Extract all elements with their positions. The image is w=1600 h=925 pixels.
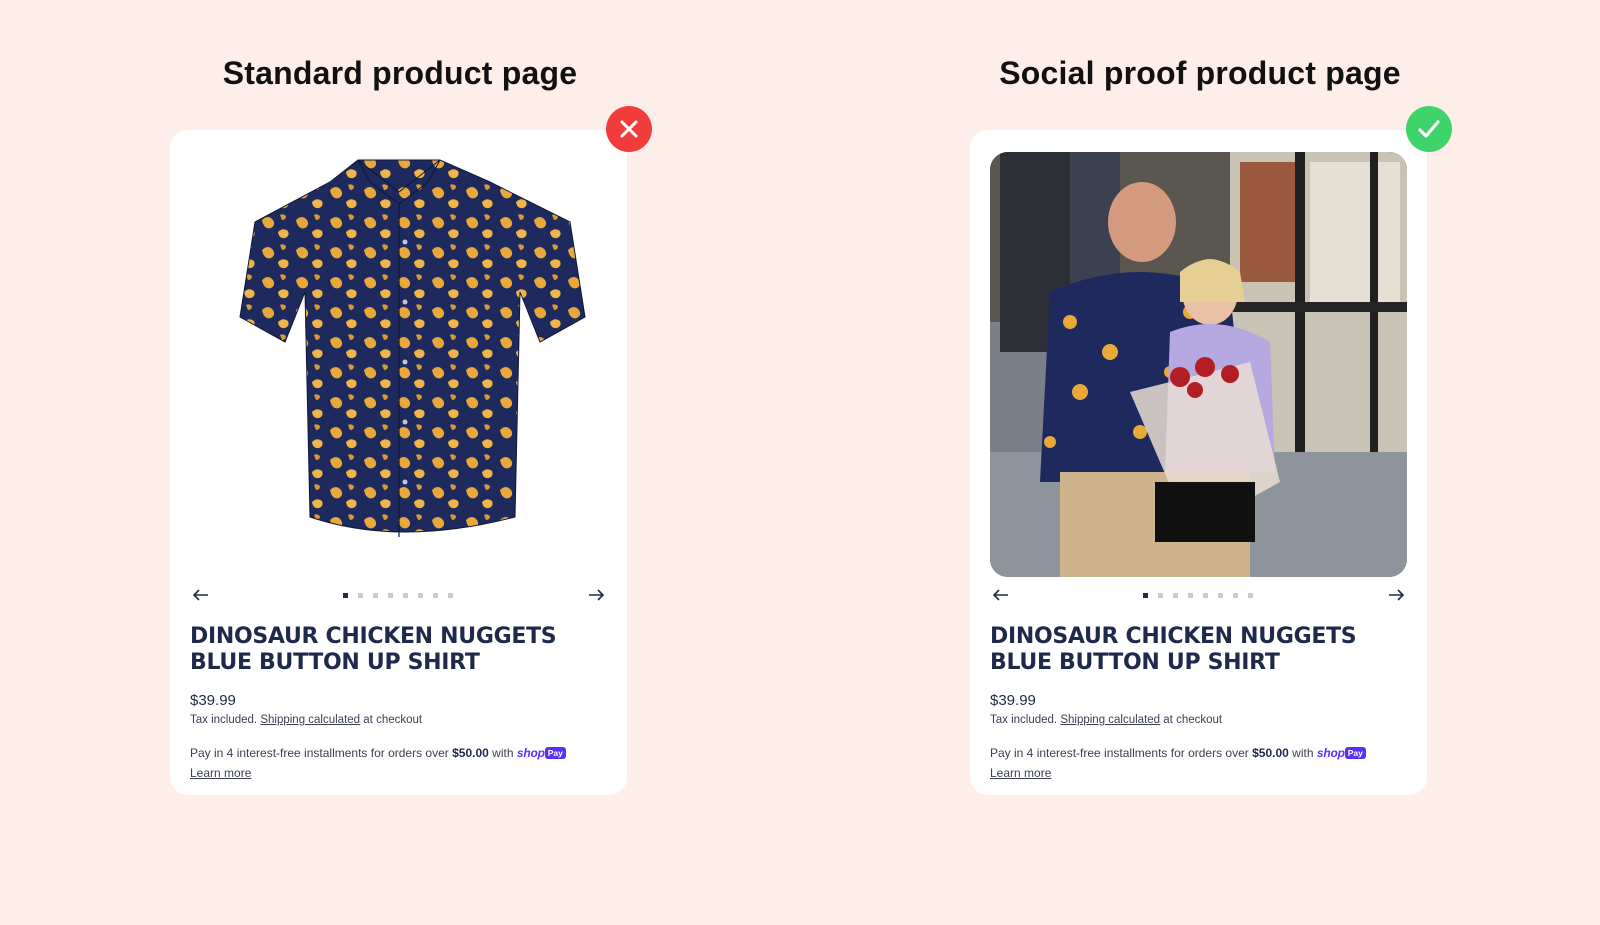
previous-arrow-icon[interactable]	[990, 584, 1012, 606]
carousel-dot[interactable]	[373, 593, 378, 598]
product-card: DINOSAUR CHICKEN NUGGETS BLUE BUTTON UP …	[170, 130, 627, 795]
tax-note: Tax included. Shipping calculated at che…	[990, 714, 1222, 726]
tax-prefix: Tax included.	[990, 714, 1058, 726]
product-price: $39.99	[190, 692, 236, 709]
shop-pay-installments: Pay in 4 interest-free installments for …	[190, 743, 610, 783]
x-icon	[606, 106, 652, 152]
carousel-dot[interactable]	[433, 593, 438, 598]
learn-more-link[interactable]: Learn more	[190, 766, 251, 780]
installments-amount: $50.00	[452, 746, 489, 760]
carousel-dot[interactable]	[1203, 593, 1208, 598]
tax-suffix: at checkout	[363, 714, 423, 726]
shop-pay-logo: shop	[1316, 746, 1345, 760]
pay-chip: Pay	[544, 747, 566, 759]
next-arrow-icon[interactable]	[585, 584, 607, 606]
carousel-dot[interactable]	[1173, 593, 1178, 598]
image-carousel-controls	[190, 584, 607, 606]
installments-text: Pay in 4 interest-free installments for …	[990, 746, 1249, 760]
shop-pay-installments: Pay in 4 interest-free installments for …	[990, 743, 1410, 783]
carousel-dot[interactable]	[1233, 593, 1238, 598]
carousel-dot[interactable]	[1248, 593, 1253, 598]
pay-chip: Pay	[1344, 747, 1366, 759]
carousel-dots	[1143, 593, 1253, 598]
carousel-dot[interactable]	[403, 593, 408, 598]
tax-note: Tax included. Shipping calculated at che…	[190, 714, 422, 726]
product-card: DINOSAUR CHICKEN NUGGETS BLUE BUTTON UP …	[970, 130, 1427, 795]
carousel-dot[interactable]	[343, 593, 348, 598]
product-title: DINOSAUR CHICKEN NUGGETS BLUE BUTTON UP …	[190, 624, 557, 675]
product-title: DINOSAUR CHICKEN NUGGETS BLUE BUTTON UP …	[990, 624, 1357, 675]
customer-photo-image[interactable]	[990, 152, 1407, 577]
social-proof-product-panel: Social proof product page DINOSAUR CHICK…	[970, 0, 1452, 925]
next-arrow-icon[interactable]	[1385, 584, 1407, 606]
shop-pay-logo: shop	[516, 746, 545, 760]
check-icon	[1406, 106, 1452, 152]
installments-text: Pay in 4 interest-free installments for …	[190, 746, 449, 760]
with-text: with	[492, 746, 514, 760]
carousel-dot[interactable]	[358, 593, 363, 598]
carousel-dot[interactable]	[388, 593, 393, 598]
installments-amount: $50.00	[1252, 746, 1289, 760]
product-price: $39.99	[990, 692, 1036, 709]
carousel-dot[interactable]	[1188, 593, 1193, 598]
carousel-dot[interactable]	[448, 593, 453, 598]
tax-prefix: Tax included.	[190, 714, 258, 726]
product-shirt-image[interactable]	[190, 152, 607, 577]
carousel-dot[interactable]	[418, 593, 423, 598]
image-carousel-controls	[990, 584, 1407, 606]
panel-heading: Social proof product page	[999, 55, 1401, 91]
learn-more-link[interactable]: Learn more	[990, 766, 1051, 780]
shipping-link[interactable]: Shipping calculated	[260, 714, 360, 726]
previous-arrow-icon[interactable]	[190, 584, 212, 606]
panel-heading: Standard product page	[222, 55, 578, 91]
with-text: with	[1292, 746, 1314, 760]
carousel-dot[interactable]	[1143, 593, 1148, 598]
standard-product-panel: Standard product page DINOSAUR CHICKEN N…	[170, 0, 652, 925]
carousel-dot[interactable]	[1158, 593, 1163, 598]
carousel-dot[interactable]	[1218, 593, 1223, 598]
tax-suffix: at checkout	[1163, 714, 1223, 726]
carousel-dots	[343, 593, 453, 598]
shipping-link[interactable]: Shipping calculated	[1060, 714, 1160, 726]
